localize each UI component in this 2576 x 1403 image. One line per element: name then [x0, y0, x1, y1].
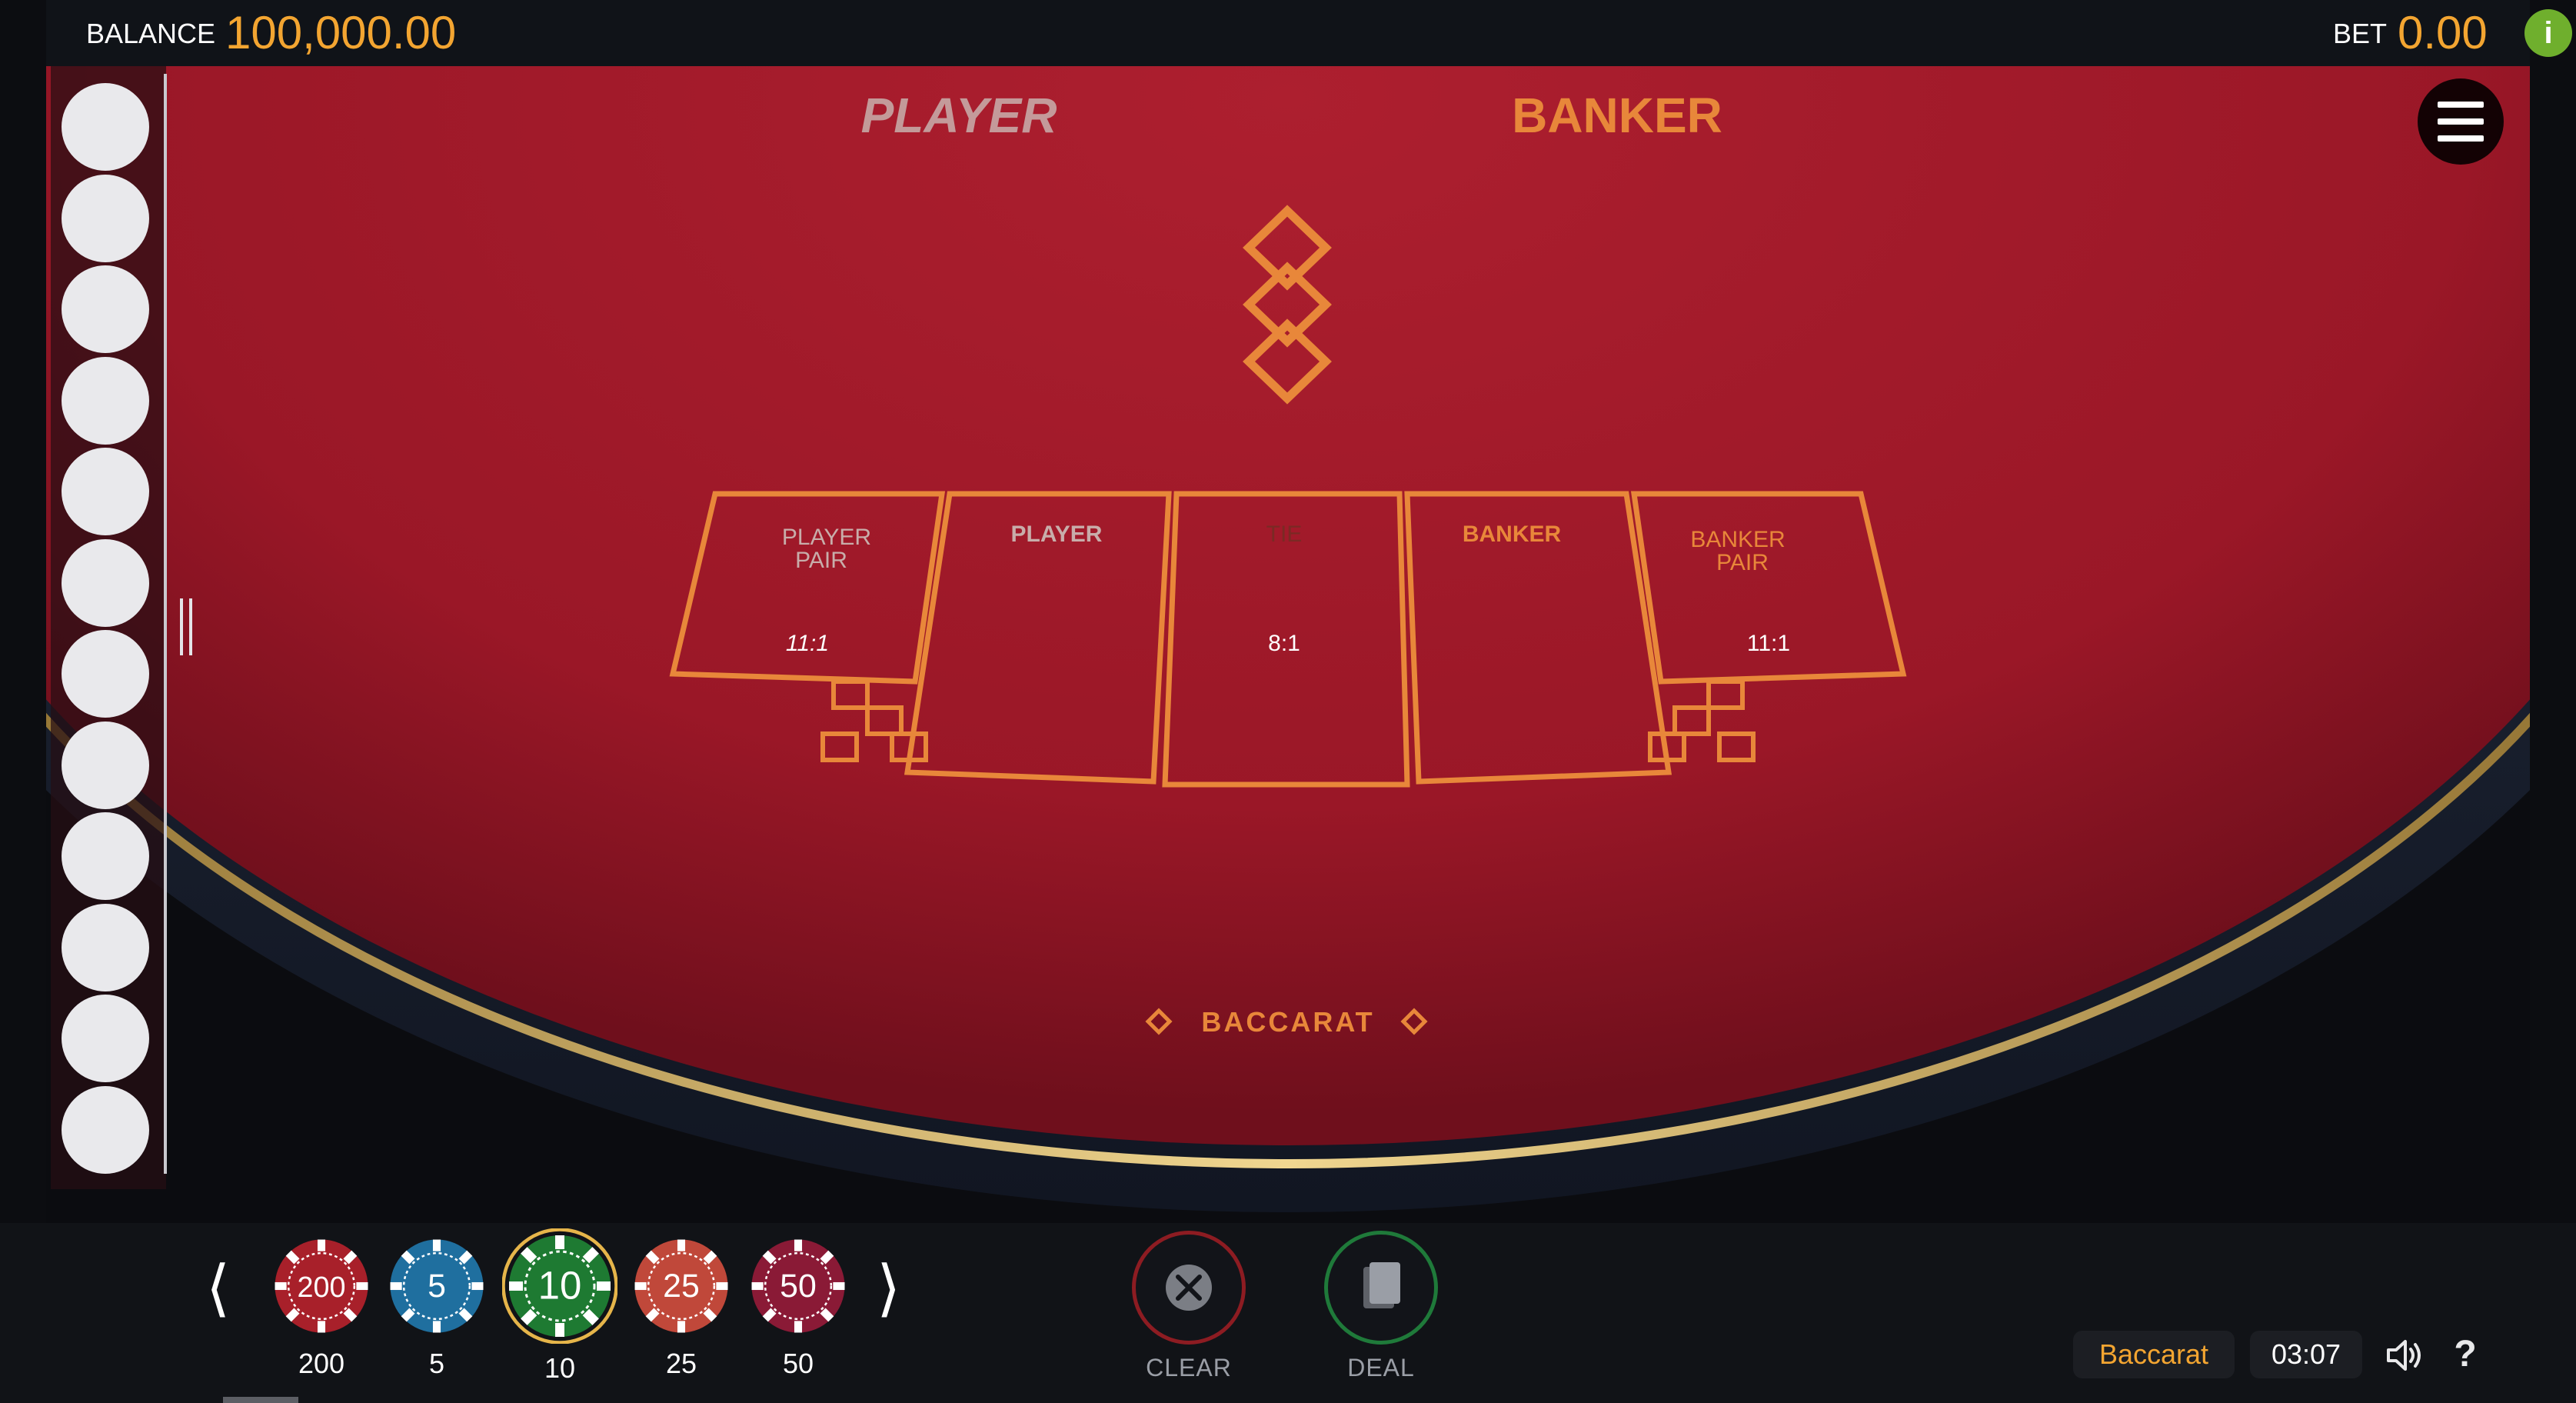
- chip-50[interactable]: 50: [750, 1238, 847, 1335]
- deal-button[interactable]: [1324, 1231, 1438, 1345]
- help-icon[interactable]: ?: [2445, 1331, 2485, 1378]
- hamburger-icon-bar: [2438, 135, 2484, 142]
- bet-spot-odds-tie: 8:1: [1268, 631, 1300, 656]
- chip-label: 50: [782, 1348, 814, 1379]
- bet-spot-label-banker-pair-line2: PAIR: [1716, 550, 1769, 575]
- hamburger-icon-bar: [2438, 118, 2484, 125]
- chip-scroll-left-button[interactable]: ⟨: [206, 1254, 230, 1323]
- chip-face-value: 25: [663, 1268, 700, 1305]
- chip-label: 200: [298, 1348, 345, 1379]
- scrollbar-thumb[interactable]: [223, 1397, 298, 1403]
- chip-25[interactable]: 25: [633, 1238, 730, 1335]
- chip-face-value: 50: [780, 1268, 817, 1305]
- chip-face-value: 10: [538, 1264, 582, 1308]
- bet-spot-label-player: PLAYER: [1011, 522, 1103, 547]
- bet-spot-odds-player-pair: 11:1: [786, 631, 829, 656]
- bet-spot-label-banker-pair-line1: BANKER: [1690, 527, 1785, 552]
- road-slot: [62, 903, 149, 991]
- chip-5[interactable]: 5: [388, 1238, 485, 1335]
- chip-label: 25: [665, 1348, 697, 1379]
- cards-icon: [1363, 1262, 1400, 1308]
- hamburger-icon: [2438, 102, 2484, 108]
- road-panel-toggle-handle[interactable]: [180, 598, 192, 655]
- bet-spot-label-player-pair-line1: PLAYER: [782, 525, 871, 550]
- side-label-banker: BANKER: [1512, 88, 1722, 143]
- road-slot: [62, 1085, 149, 1174]
- clear-button[interactable]: [1132, 1231, 1246, 1345]
- chip-face-value: 200: [297, 1271, 345, 1304]
- game-name-badge: Baccarat: [2073, 1331, 2235, 1378]
- poker-chip-icon: 200: [275, 1239, 368, 1333]
- bet-label: BET: [2333, 18, 2388, 49]
- chip-200[interactable]: 200: [273, 1238, 370, 1335]
- chip-label: 5: [428, 1348, 445, 1379]
- baccarat-table: PLAYER BANKER PLAYER PAIR 11:1 PLAYER TI…: [46, 66, 2530, 1223]
- poker-chip-icon: 25: [634, 1239, 728, 1333]
- baccarat-logo-text: BACCARAT: [1201, 1006, 1374, 1038]
- game-screen: BALANCE 100,000.00 BET 0.00 i PLAYER BAN…: [0, 0, 2576, 1403]
- road-slot: [62, 538, 149, 627]
- table-felt-graphic: PLAYER BANKER PLAYER PAIR 11:1 PLAYER TI…: [46, 66, 2530, 1212]
- sound-icon[interactable]: [2382, 1334, 2425, 1377]
- chip-label: 10: [544, 1352, 576, 1384]
- road-slot: [62, 721, 149, 809]
- chip-10[interactable]: 10: [501, 1228, 618, 1345]
- clock-display: 03:07: [2250, 1331, 2362, 1378]
- road-panel-divider: [164, 74, 167, 1174]
- road-slot: [62, 812, 149, 900]
- menu-button[interactable]: [2418, 78, 2504, 165]
- road-slot: [62, 265, 149, 353]
- bet-spot-label-player-pair-line2: PAIR: [795, 548, 847, 573]
- road-slot: [62, 995, 149, 1082]
- road-slot: [62, 174, 149, 262]
- road-slot: [62, 83, 149, 171]
- road-slot: [62, 630, 149, 718]
- bet-spot-label-tie: TIE: [1266, 522, 1303, 547]
- poker-chip-icon: 10: [501, 1228, 618, 1345]
- chip-face-value: 5: [428, 1268, 446, 1305]
- balance-label: BALANCE: [86, 18, 216, 49]
- bet-spot-label-banker: BANKER: [1463, 522, 1562, 547]
- side-label-player: PLAYER: [861, 88, 1057, 143]
- deal-label: DEAL: [1347, 1354, 1415, 1381]
- bet-value: 0.00: [2398, 7, 2488, 58]
- road-slot: [62, 356, 149, 445]
- poker-chip-icon: 50: [751, 1239, 845, 1333]
- clear-x-icon: [1166, 1265, 1212, 1311]
- balance-value: 100,000.00: [225, 7, 457, 58]
- bet-spot-odds-banker-pair: 11:1: [1747, 631, 1790, 656]
- poker-chip-icon: 5: [390, 1239, 484, 1333]
- chip-scroll-right-button[interactable]: ⟩: [877, 1254, 900, 1323]
- road-slot: [62, 448, 149, 535]
- info-icon[interactable]: i: [2524, 9, 2572, 57]
- clear-label: CLEAR: [1146, 1354, 1232, 1381]
